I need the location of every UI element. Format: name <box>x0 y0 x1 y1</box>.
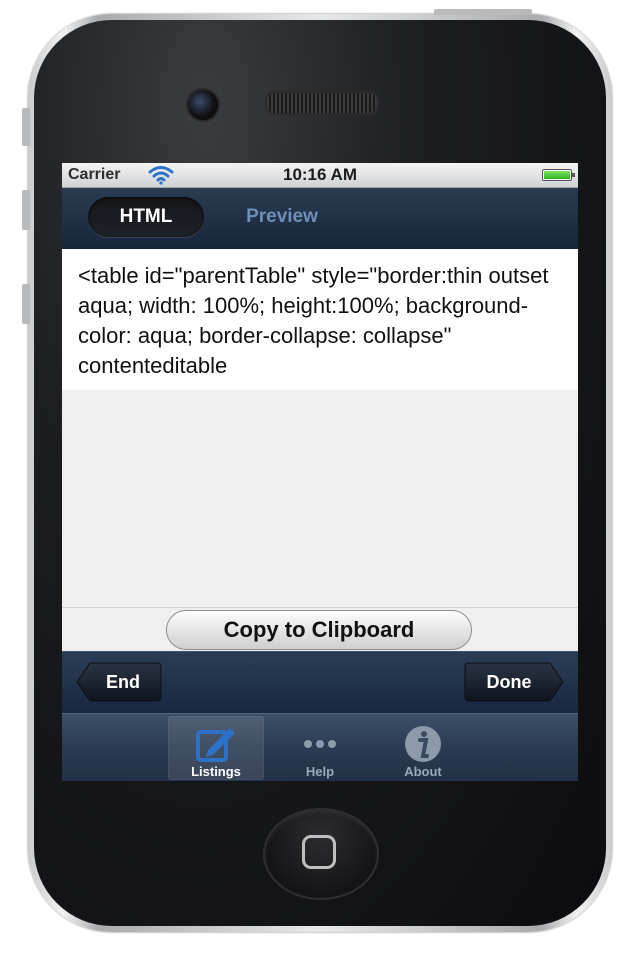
tab-listings[interactable]: Listings <box>168 716 264 780</box>
silent-switch <box>22 108 30 146</box>
sleep-button <box>434 9 532 15</box>
tab-listings-label: Listings <box>191 764 241 779</box>
volume-up-button <box>22 190 30 230</box>
app-screen: Carrier 10:16 AM HTML Preview <table id=… <box>62 163 578 781</box>
battery-level <box>544 171 570 179</box>
info-icon <box>405 726 441 762</box>
tab-help-label: Help <box>305 764 335 779</box>
earpiece-speaker <box>265 91 379 115</box>
tab-bar: Listings Help About <box>62 713 578 781</box>
html-source-text: <table id="parentTable" style="border:th… <box>78 263 555 378</box>
home-square-icon <box>302 835 336 869</box>
ellipsis-icon <box>304 740 336 748</box>
status-bar: Carrier 10:16 AM <box>62 163 578 188</box>
battery-tip <box>572 173 575 177</box>
home-button[interactable] <box>263 808 379 900</box>
battery-icon <box>542 169 575 181</box>
toolbar: End Done <box>62 651 578 714</box>
html-source-textview[interactable]: <table id="parentTable" style="border:th… <box>62 249 578 390</box>
copy-to-clipboard-button[interactable]: Copy to Clipboard <box>166 610 472 650</box>
navigation-bar: HTML Preview <box>62 188 578 250</box>
end-button-label: End <box>106 672 140 692</box>
tab-about-label: About <box>404 764 442 779</box>
end-button[interactable]: End <box>76 662 162 702</box>
segment-html[interactable]: HTML <box>88 197 204 237</box>
compose-icon <box>196 728 235 762</box>
copy-area: Copy to Clipboard <box>62 607 578 652</box>
front-camera <box>186 88 220 122</box>
clock: 10:16 AM <box>282 165 357 184</box>
tab-about[interactable]: About <box>375 716 471 780</box>
done-button-label: Done <box>486 672 532 692</box>
volume-down-button <box>22 284 30 324</box>
segment-preview[interactable]: Preview <box>224 197 340 237</box>
tab-help[interactable]: Help <box>272 716 368 780</box>
done-button[interactable]: Done <box>464 662 564 702</box>
